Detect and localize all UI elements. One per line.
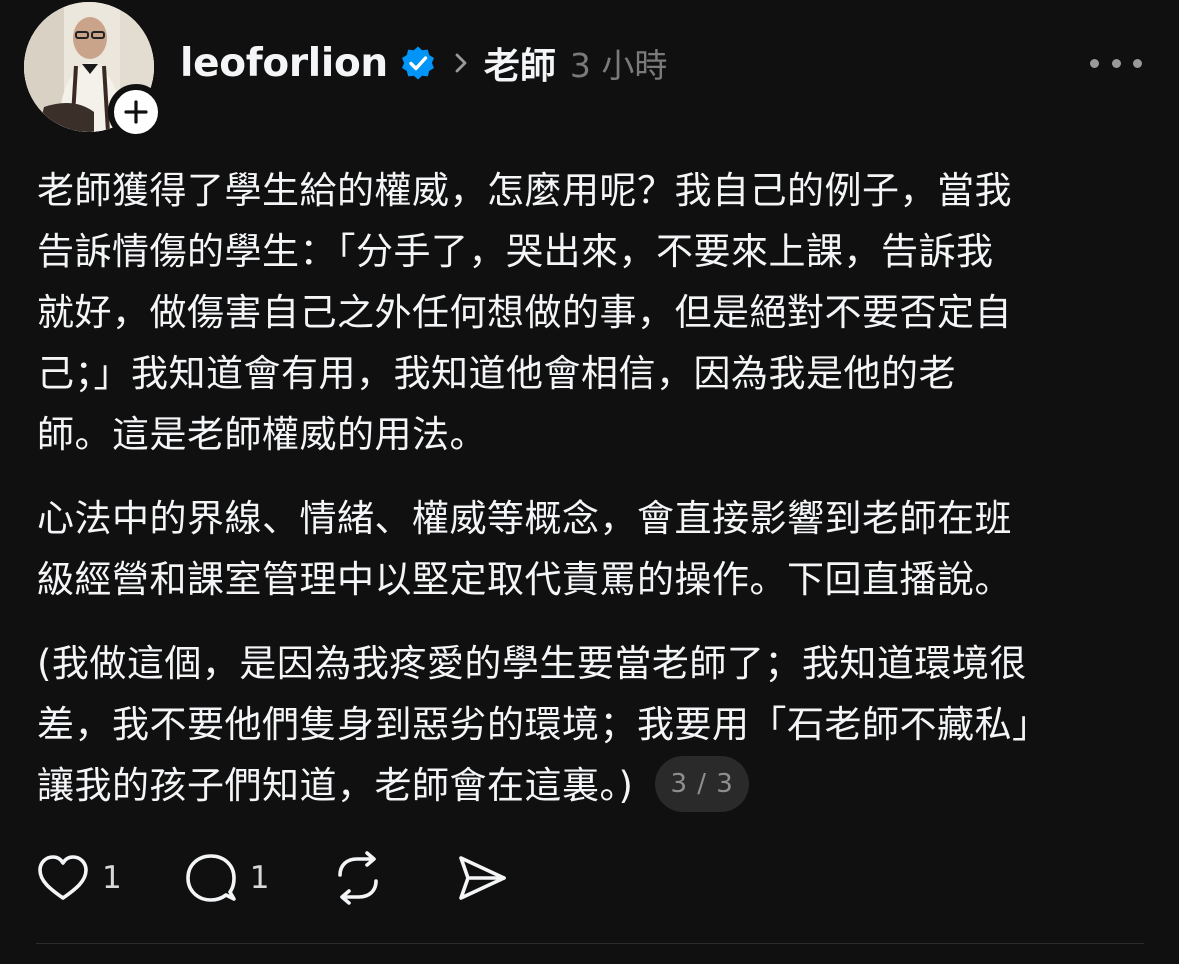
- verified-badge-icon: [400, 45, 436, 81]
- reply-button[interactable]: 1: [184, 851, 270, 905]
- more-dot-icon: [1090, 58, 1099, 68]
- text-line: 心法中的界線、情緒、權威等概念，會直接影響到老師在班: [37, 497, 1012, 540]
- action-bar: 1 1: [36, 850, 509, 906]
- post-paragraph: 老師獲得了學生給的權威，怎麼用呢？我自己的例子，當我 告訴情傷的學生：「分手了，…: [37, 160, 1147, 465]
- avatar-container: [24, 2, 164, 140]
- post-timestamp: 3 小時: [569, 46, 668, 85]
- text-line: 讓我的孩子們知道，老師會在這裏。) 3 / 3: [37, 755, 1147, 816]
- post-header: leoforlion 老師 3 小時: [180, 36, 667, 90]
- plus-icon: [124, 100, 148, 124]
- text-line: 老師獲得了學生給的權威，怎麼用呢？我自己的例子，當我: [37, 169, 1012, 212]
- share-button[interactable]: [455, 851, 509, 905]
- comment-icon: [185, 854, 236, 902]
- heart-icon: [38, 855, 88, 900]
- text-line: 己；」我知道會有用，我知道他會相信，因為我是他的老: [37, 352, 956, 395]
- text-line: 告訴情傷的學生：「分手了，哭出來，不要來上課，告訴我: [37, 230, 994, 273]
- text-line: 差，我不要他們隻身到惡劣的環境；我要用「石老師不藏私」: [37, 703, 1050, 746]
- text-line: 就好，做傷害自己之外任何想做的事，但是絕對不要否定自: [37, 291, 1012, 334]
- page-indicator-badge: 3 / 3: [655, 755, 749, 812]
- more-dot-icon: [1133, 58, 1142, 68]
- send-icon: [459, 856, 507, 900]
- post-paragraph: (我做這個，是因為我疼愛的學生要當老師了；我知道環境很 差，我不要他們隻身到惡劣…: [37, 633, 1147, 816]
- follow-button[interactable]: [108, 84, 164, 140]
- post-divider: [36, 943, 1144, 944]
- text-line: 師。這是老師權威的用法。: [37, 413, 487, 456]
- like-count: 1: [102, 860, 122, 896]
- repost-button[interactable]: [331, 851, 385, 905]
- topic-tag[interactable]: 老師: [484, 37, 556, 89]
- like-button[interactable]: 1: [36, 853, 122, 903]
- reply-count: 1: [249, 860, 270, 896]
- post-paragraph: 心法中的界線、情緒、權威等概念，會直接影響到老師在班 級經營和課室管理中以堅定取…: [37, 488, 1147, 610]
- more-options-button[interactable]: [1090, 52, 1142, 74]
- text-line: 級經營和課室管理中以堅定取代責罵的操作。下回直播說。: [37, 558, 1012, 601]
- repost-icon: [338, 851, 379, 905]
- username[interactable]: leoforlion: [180, 41, 388, 86]
- thread-post: leoforlion 老師 3 小時 老師獲得了學生給的權威，怎麼用呢？我自己的…: [0, 0, 1179, 964]
- chevron-right-icon: [450, 52, 472, 74]
- more-dot-icon: [1111, 58, 1121, 68]
- text-line-content: 讓我的孩子們知道，老師會在這裏。): [37, 764, 634, 807]
- post-body: 老師獲得了學生給的權威，怎麼用呢？我自己的例子，當我 告訴情傷的學生：「分手了，…: [37, 160, 1147, 839]
- text-line: (我做這個，是因為我疼愛的學生要當老師了；我知道環境很: [37, 642, 1027, 685]
